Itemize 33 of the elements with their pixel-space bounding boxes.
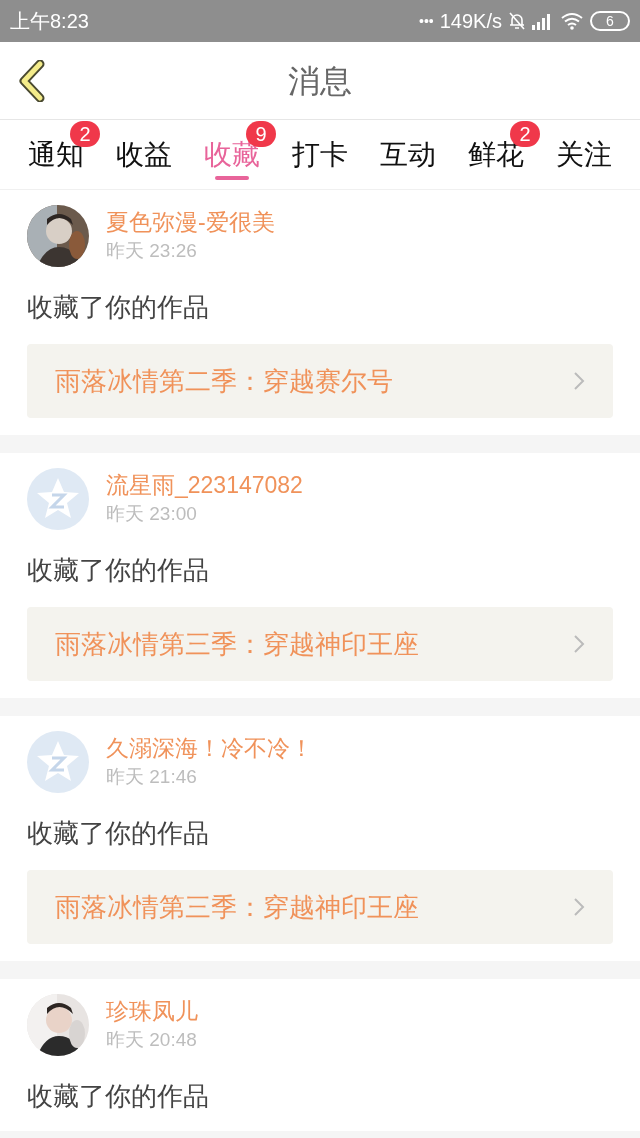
user-name[interactable]: 珍珠凤儿 xyxy=(106,996,198,1026)
timestamp: 昨天 23:26 xyxy=(106,239,198,263)
action-text: 收藏了你的作品 xyxy=(27,554,210,587)
timestamp: 昨天 23:00 xyxy=(106,502,198,526)
chevron-right-icon xyxy=(573,371,585,391)
battery-icon: 6 xyxy=(590,11,630,31)
timestamp: 昨天 20:48 xyxy=(106,1028,198,1052)
clock: 上午8:23 xyxy=(10,9,89,34)
user-name[interactable]: 夏色弥漫-爱很美 xyxy=(106,207,275,237)
tab-indicator xyxy=(215,175,249,180)
star-avatar-icon xyxy=(27,731,89,793)
bell-off-icon xyxy=(508,11,526,31)
tab[interactable]: 通知 2 xyxy=(12,119,100,190)
action-text: 收藏了你的作品 xyxy=(27,817,210,850)
tab[interactable]: 关注 xyxy=(540,119,628,190)
tab[interactable]: 互动 xyxy=(364,119,452,190)
chevron-right-icon xyxy=(573,634,585,654)
star-avatar-icon xyxy=(27,468,89,530)
timestamp: 昨天 21:46 xyxy=(106,765,198,789)
work-link[interactable]: 雨落冰情第三季：穿越神印王座 xyxy=(27,607,613,681)
network-speed: 149K/s xyxy=(439,9,502,34)
wifi-icon xyxy=(560,12,584,30)
tab[interactable]: 打卡 xyxy=(276,119,364,190)
user-name[interactable]: 流星雨_223147082 xyxy=(106,470,303,500)
tab[interactable]: 收益 xyxy=(100,119,188,190)
work-link[interactable]: 雨落冰情第二季：穿越赛尔号 xyxy=(27,344,613,418)
chevron-right-icon xyxy=(573,897,585,917)
work-link[interactable]: 雨落冰情第三季：穿越神印王座 xyxy=(27,870,613,944)
more-dots: ••• xyxy=(419,11,434,31)
action-text: 收藏了你的作品 xyxy=(27,1080,210,1113)
user-name[interactable]: 久溺深海！冷不冷！ xyxy=(106,733,313,763)
action-text: 收藏了你的作品 xyxy=(27,291,210,324)
page-title: 消息 xyxy=(288,61,352,101)
